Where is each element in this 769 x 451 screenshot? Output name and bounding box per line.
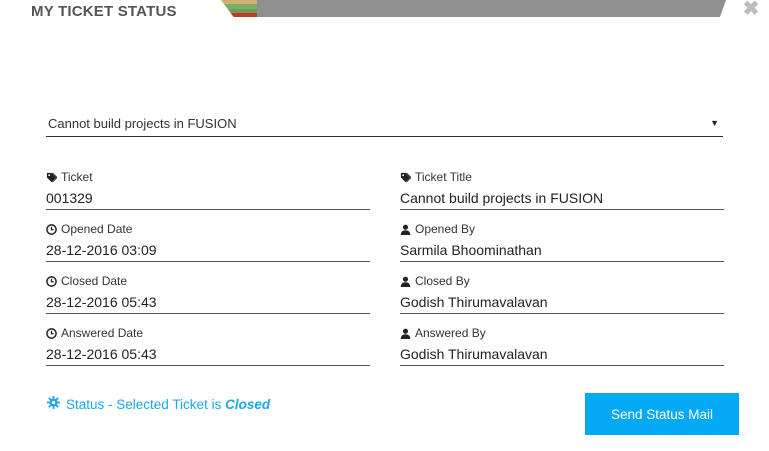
status-message: Status - Selected Ticket is Closed [47,396,270,412]
tag-icon [400,172,411,183]
opened-date-value: 28-12-2016 03:09 [46,240,370,262]
closed-date-label: Closed Date [46,274,127,288]
send-status-mail-button[interactable]: Send Status Mail [585,393,739,435]
tag-icon [46,172,57,183]
opened-by-value: Sarmila Bhoominathan [400,240,724,262]
ticket-title-field: Ticket Title Cannot build projects in FU… [400,170,724,210]
ticket-value: 001329 [46,188,370,210]
answered-date-value: 28-12-2016 05:43 [46,344,370,366]
ticket-title-value: Cannot build projects in FUSION [400,188,724,210]
closed-by-value: Godish Thirumavalavan [400,292,724,314]
status-text: Status - Selected Ticket is Closed [66,396,271,412]
answered-by-field: Answered By Godish Thirumavalavan [400,326,724,366]
answered-date-field: Answered Date 28-12-2016 05:43 [46,326,370,366]
closed-date-field: Closed Date 28-12-2016 05:43 [46,274,370,314]
gear-icon [47,396,60,412]
ticket-select-value: Cannot build projects in FUSION [48,116,237,131]
clock-icon [46,275,57,287]
user-icon [400,328,411,339]
opened-by-field: Opened By Sarmila Bhoominathan [400,222,724,262]
answered-by-label: Answered By [400,326,486,340]
ticket-field: Ticket 001329 [46,170,370,210]
page-title: MY TICKET STATUS [31,3,177,20]
clock-icon [46,223,57,235]
answered-by-value: Godish Thirumavalavan [400,344,724,366]
closed-by-field: Closed By Godish Thirumavalavan [400,274,724,314]
modal-header: MY TICKET STATUS ✖ [0,0,769,22]
ticket-select[interactable]: Cannot build projects in FUSION ▼ [46,110,723,137]
opened-by-label: Opened By [400,222,475,236]
status-value: Closed [225,396,271,412]
clock-icon [46,327,57,339]
close-icon[interactable]: ✖ [742,0,760,19]
user-icon [400,276,411,287]
header-decoration-bar [221,0,726,17]
opened-date-field: Opened Date 28-12-2016 03:09 [46,222,370,262]
chevron-down-icon: ▼ [710,118,719,128]
closed-by-label: Closed By [400,274,470,288]
ticket-title-label: Ticket Title [400,170,472,184]
closed-date-value: 28-12-2016 05:43 [46,292,370,314]
opened-date-label: Opened Date [46,222,132,236]
header-color-stripes [221,0,257,17]
ticket-label: Ticket [46,170,93,184]
answered-date-label: Answered Date [46,326,143,340]
user-icon [400,224,411,235]
